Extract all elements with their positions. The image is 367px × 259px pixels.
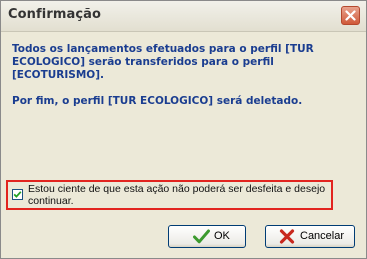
dialog-body: Todos os lançamentos efetuados para o pe…: [1, 32, 366, 258]
close-icon: [345, 10, 356, 21]
close-button[interactable]: [341, 6, 360, 25]
confirm-label[interactable]: Estou ciente de que esta ação não poderá…: [28, 183, 334, 207]
message-line: ECOLOGICO] serão transferidos para o per…: [12, 56, 274, 68]
message-line: Todos os lançamentos efetuados para o pe…: [12, 43, 314, 55]
message-text: Todos os lançamentos efetuados para o pe…: [12, 43, 342, 121]
dialog-title: Confirmação: [8, 7, 102, 22]
message-line: [ECOTURISMO].: [12, 69, 105, 81]
cancel-button[interactable]: Cancelar: [265, 225, 355, 248]
red-x-icon: [279, 229, 295, 244]
message-line: Por fim, o perfil [TUR ECOLOGICO] será d…: [12, 95, 303, 107]
confirmation-highlight: Estou ciente de que esta ação não poderá…: [6, 180, 333, 210]
ok-button[interactable]: OK: [168, 225, 246, 248]
ok-label: OK: [214, 230, 230, 242]
title-bar[interactable]: Confirmação: [1, 1, 366, 32]
green-check-icon: [193, 229, 210, 244]
confirm-checkbox[interactable]: [12, 189, 23, 200]
cancel-label: Cancelar: [300, 230, 345, 242]
dialog-window: Confirmação Todos os lançamentos efetuad…: [0, 0, 367, 259]
check-icon: [13, 191, 22, 198]
